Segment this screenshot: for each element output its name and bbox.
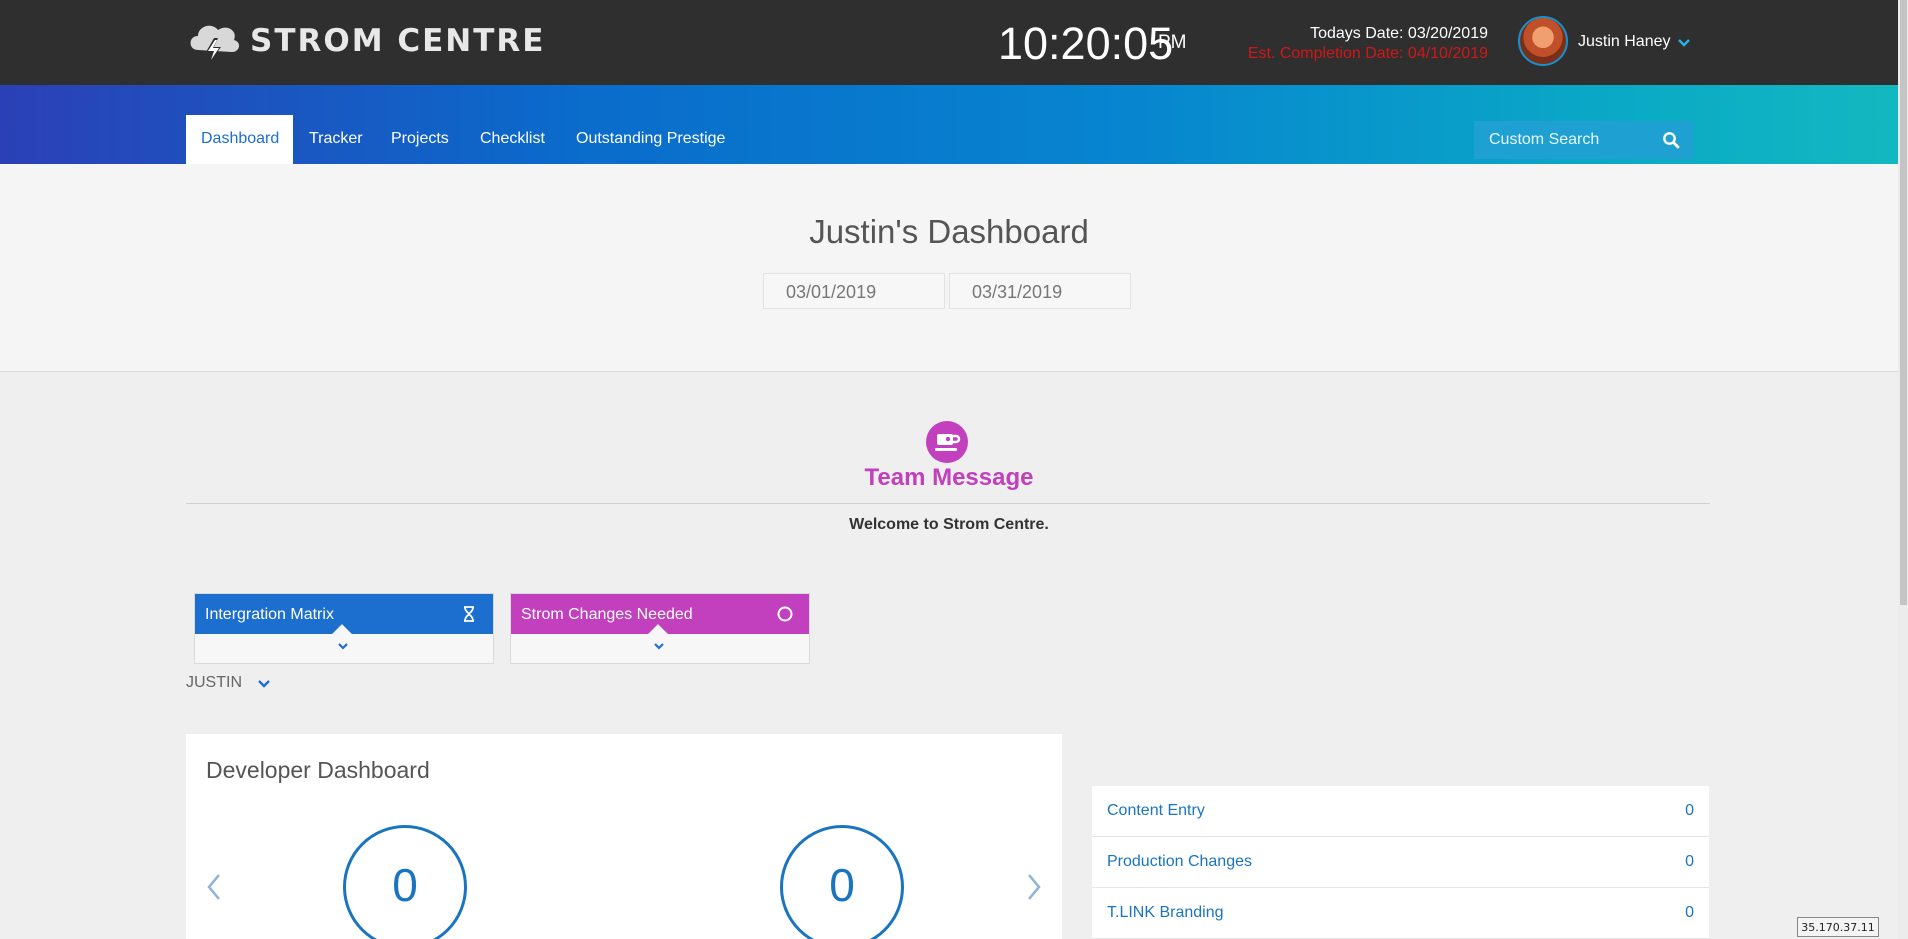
list-item[interactable]: Production Changes 0 (1092, 837, 1709, 888)
search-icon[interactable] (1662, 131, 1680, 149)
chevron-down-icon[interactable] (1678, 38, 1690, 48)
coffee-cup-icon (926, 421, 968, 463)
list-item[interactable]: Content Entry 0 (1092, 786, 1709, 837)
todays-date: Todays Date: 03/20/2019 (1310, 25, 1488, 42)
scrollbar-thumb[interactable] (1900, 0, 1907, 605)
date-from-field[interactable]: 03/01/2019 (763, 273, 945, 309)
chevron-down-icon[interactable] (336, 639, 350, 653)
stat-value: 0 (1685, 904, 1694, 921)
developer-dashboard-title: Developer Dashboard (206, 757, 430, 783)
stat-list: Content Entry 0 Production Changes 0 T.L… (1092, 786, 1709, 939)
est-completion-date: Est. Completion Date: 04/10/2019 (1247, 45, 1488, 62)
page-title: Justin's Dashboard (809, 213, 1089, 250)
app-logo[interactable]: STROM CENTRE (186, 18, 545, 64)
divider (186, 503, 1710, 504)
clock-time: 10:20:05 (998, 18, 1174, 69)
tab-dashboard-label[interactable]: Dashboard (201, 130, 279, 148)
chevron-right-icon[interactable] (1026, 872, 1042, 902)
storm-cloud-icon (190, 25, 240, 63)
user-name[interactable]: Justin Haney (1578, 33, 1671, 51)
count-circle: 0 (343, 825, 467, 939)
search-input[interactable]: Custom Search (1474, 121, 1693, 159)
team-message-text: Welcome to Strom Centre. (849, 516, 1049, 533)
count-circle: 0 (780, 825, 904, 939)
tab-projects[interactable]: Projects (391, 130, 449, 148)
date-to-field[interactable]: 03/31/2019 (949, 273, 1131, 309)
widget-strom-changes-needed[interactable]: Strom Changes Needed (510, 593, 810, 664)
circle-icon (777, 606, 793, 622)
widget-integration-matrix[interactable]: Intergration Matrix (194, 593, 494, 664)
chevron-down-icon[interactable] (652, 639, 666, 653)
stat-label[interactable]: T.LINK Branding (1107, 904, 1224, 922)
tab-checklist[interactable]: Checklist (480, 130, 545, 148)
search-placeholder: Custom Search (1489, 131, 1600, 148)
list-item[interactable]: T.LINK Branding 0 (1092, 888, 1709, 939)
tab-tracker[interactable]: Tracker (309, 130, 363, 148)
dashboard-header (0, 164, 1898, 372)
tab-outstanding-prestige[interactable]: Outstanding Prestige (576, 130, 725, 148)
user-filter-dropdown[interactable]: JUSTIN (186, 674, 242, 692)
widget-label: Intergration Matrix (205, 606, 334, 623)
logo-text: STROM CENTRE (250, 23, 546, 59)
widget-label: Strom Changes Needed (521, 606, 693, 623)
avatar[interactable] (1518, 16, 1568, 66)
developer-dashboard-card: Developer Dashboard 0 0 (186, 734, 1062, 939)
clock-ampm: PM (1158, 32, 1187, 53)
team-message-title: Team Message (864, 464, 1034, 491)
stat-label[interactable]: Production Changes (1107, 853, 1252, 871)
chevron-left-icon[interactable] (206, 872, 222, 902)
stat-label[interactable]: Content Entry (1107, 802, 1205, 820)
chevron-down-icon[interactable] (258, 679, 270, 689)
hourglass-icon (464, 606, 474, 622)
stat-value: 0 (1685, 853, 1694, 870)
stat-value: 0 (1685, 802, 1694, 819)
ip-badge: 35.170.37.11 (1797, 917, 1879, 937)
